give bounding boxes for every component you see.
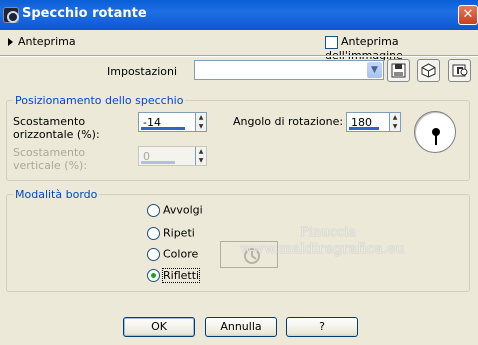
preview-toggle-label: Anteprima xyxy=(18,35,76,48)
save-icon xyxy=(391,63,406,78)
radio-rifletti[interactable]: Rifletti xyxy=(147,267,201,283)
image-preview-checkbox[interactable] xyxy=(325,35,338,49)
title-bar: Specchio rotante ✕ xyxy=(0,0,478,30)
horizontal-offset-label-1: Scostamento xyxy=(13,115,86,128)
spin-down-icon[interactable]: ▼ xyxy=(390,122,400,131)
vertical-offset-spinner[interactable]: 0 ▲ ▼ xyxy=(138,146,207,166)
divider xyxy=(0,55,478,57)
horizontal-offset-spinner[interactable]: -14 ▲ ▼ xyxy=(138,112,207,132)
spin-down-icon[interactable]: ▼ xyxy=(196,156,206,165)
reset-icon xyxy=(452,64,468,77)
ok-button[interactable]: OK xyxy=(123,317,195,337)
load-preset-button[interactable] xyxy=(417,59,440,82)
radio-label: Colore xyxy=(163,247,199,261)
radio-button[interactable] xyxy=(147,247,160,261)
spin-up-icon[interactable]: ▲ xyxy=(390,113,400,122)
spin-buttons[interactable]: ▲ ▼ xyxy=(195,147,206,165)
radio-label: Rifletti xyxy=(161,267,201,283)
chevron-down-icon[interactable]: ▼ xyxy=(367,62,382,78)
vertical-offset-label-2: verticale (%): xyxy=(13,159,88,172)
horizontal-offset-slider[interactable] xyxy=(141,127,185,130)
image-preview-checkbox-row[interactable]: Anteprima dell'immagine xyxy=(325,35,478,62)
save-preset-button[interactable] xyxy=(387,59,410,82)
cancel-button[interactable]: Annulla xyxy=(205,317,277,337)
spin-up-icon[interactable]: ▲ xyxy=(196,113,206,122)
app-icon xyxy=(3,7,19,23)
watermark-line-2: www.maldiregrafica.eu xyxy=(240,241,405,257)
horizontal-offset-label-2: orizzontale (%): xyxy=(13,128,100,141)
radio-label: Ripeti xyxy=(163,226,195,240)
expand-arrow-icon xyxy=(8,38,13,46)
window-title: Specchio rotante xyxy=(22,6,147,21)
radio-colore[interactable]: Colore xyxy=(147,247,198,261)
radio-button[interactable] xyxy=(147,203,160,217)
radio-button[interactable] xyxy=(147,226,160,240)
close-button[interactable]: ✕ xyxy=(458,5,478,25)
rotation-angle-label: Angolo di rotazione: xyxy=(233,115,344,128)
radio-ripeti[interactable]: Ripeti xyxy=(147,226,195,240)
spin-down-icon[interactable]: ▼ xyxy=(196,122,206,131)
cube-icon xyxy=(421,63,436,78)
help-button[interactable]: ? xyxy=(286,317,358,337)
radio-avvolgi[interactable]: Avvolgi xyxy=(147,203,203,217)
rotation-angle-slider[interactable] xyxy=(349,127,379,130)
settings-combo[interactable]: ▼ xyxy=(194,60,384,80)
vertical-offset-slider[interactable] xyxy=(141,161,175,164)
radio-label: Avvolgi xyxy=(163,203,203,217)
edge-mode-legend: Modalità bordo xyxy=(13,188,100,201)
rotation-dial[interactable] xyxy=(414,111,456,153)
radio-button-selected[interactable] xyxy=(147,268,160,282)
close-icon: ✕ xyxy=(462,7,474,22)
mirror-position-legend: Posizionamento dello specchio xyxy=(13,94,186,107)
reset-preset-button[interactable] xyxy=(448,59,471,82)
vertical-offset-label-1: Scostamento xyxy=(13,146,86,159)
dial-needle xyxy=(435,131,437,145)
preview-toggle[interactable]: Anteprima xyxy=(8,35,76,48)
settings-label: Impostazioni xyxy=(107,65,178,78)
spin-up-icon[interactable]: ▲ xyxy=(196,147,206,156)
spin-buttons[interactable]: ▲ ▼ xyxy=(195,113,206,131)
rotation-angle-spinner[interactable]: 180 ▲ ▼ xyxy=(346,112,401,132)
watermark-line-1: Pinuccia xyxy=(300,225,357,240)
spin-buttons[interactable]: ▲ ▼ xyxy=(389,113,400,131)
